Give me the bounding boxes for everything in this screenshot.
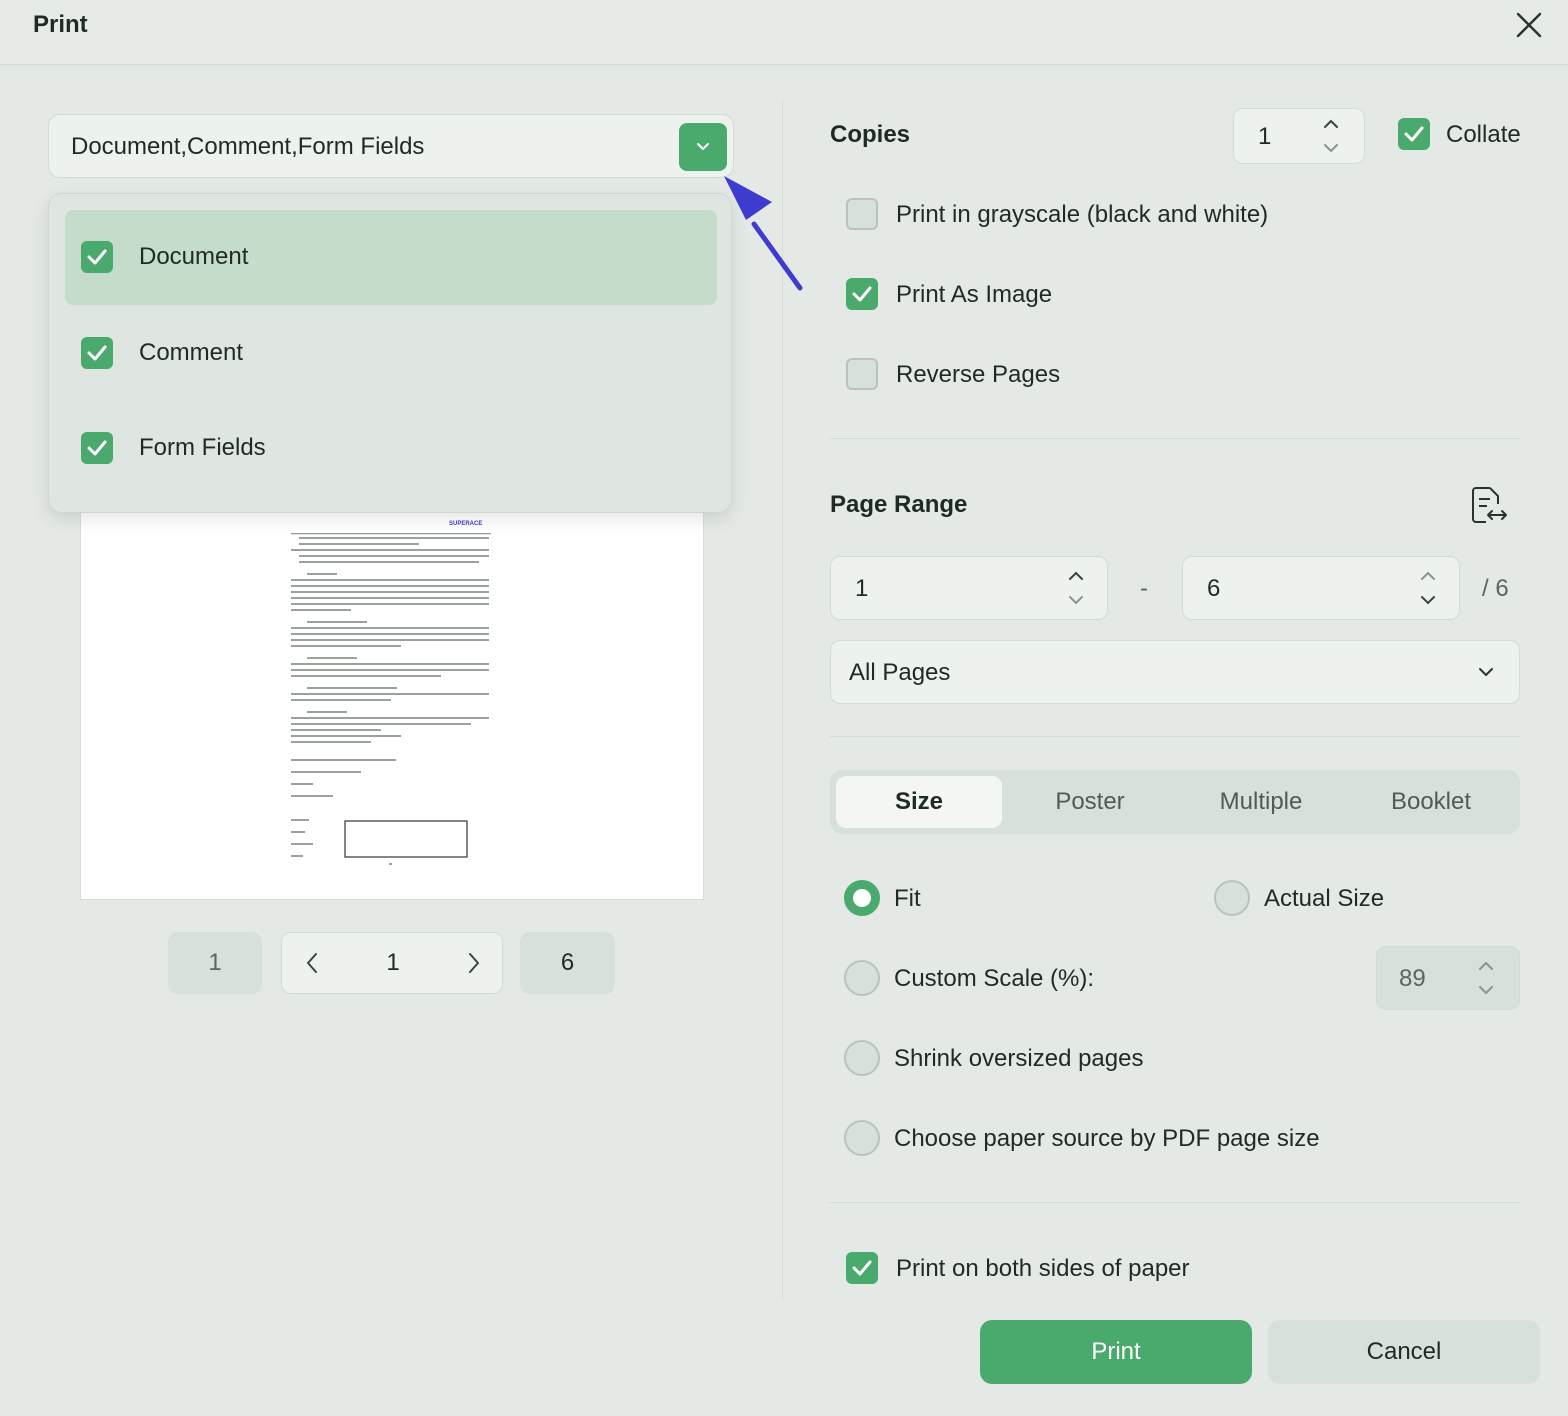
fit-label: Fit <box>894 885 921 912</box>
custom-scale-radio[interactable] <box>844 960 880 996</box>
shrink-label: Shrink oversized pages <box>894 1045 1144 1072</box>
dialog-title: Print <box>33 11 88 38</box>
page-preview: SUPERACE <box>80 480 704 900</box>
actual-size-radio[interactable] <box>1214 880 1250 916</box>
duplex-checkbox[interactable] <box>846 1252 878 1284</box>
preview-doc-header: SUPERACE <box>449 521 483 527</box>
stepper-arrows-icon[interactable] <box>1477 959 1495 997</box>
checkbox-form-fields[interactable] <box>81 432 113 464</box>
divider <box>830 438 1520 439</box>
title-bar <box>0 0 1568 65</box>
content-filter-select[interactable]: Document,Comment,Form Fields <box>48 114 734 178</box>
page-range-from[interactable]: 1 <box>830 556 1108 620</box>
total-pages: / 6 <box>1482 575 1509 602</box>
filter-dropdown-button[interactable] <box>679 123 727 171</box>
chevron-left-icon[interactable] <box>302 951 322 975</box>
custom-scale-value: 89 <box>1399 965 1426 992</box>
chevron-down-icon <box>1479 668 1493 676</box>
chevron-right-icon[interactable] <box>464 951 484 975</box>
print-as-image-checkbox[interactable] <box>846 278 878 310</box>
dropdown-item-label: Comment <box>139 339 244 366</box>
collate-label: Collate <box>1446 121 1521 148</box>
page-range-heading: Page Range <box>830 491 968 518</box>
fit-radio[interactable] <box>844 880 880 916</box>
custom-scale-label: Custom Scale (%): <box>894 965 1095 992</box>
tab-poster[interactable]: Poster <box>1006 776 1174 828</box>
dropdown-item-comment[interactable]: Comment <box>65 306 717 401</box>
content-filter-dropdown: Document Comment Form Fields <box>48 193 732 513</box>
collate-checkbox[interactable] <box>1398 118 1430 150</box>
duplex-label: Print on both sides of paper <box>896 1255 1190 1282</box>
divider <box>830 736 1520 737</box>
page-range-mode-select[interactable]: All Pages <box>830 640 1520 704</box>
copies-stepper[interactable]: 1 <box>1233 108 1365 164</box>
dropdown-item-form-fields[interactable]: Form Fields <box>65 401 717 496</box>
custom-scale-stepper[interactable]: 89 <box>1376 946 1520 1010</box>
pointer-arrow-icon <box>724 176 803 291</box>
last-page-button[interactable]: 6 <box>520 932 615 994</box>
grayscale-checkbox[interactable] <box>846 198 878 230</box>
first-page-button[interactable]: 1 <box>168 932 262 994</box>
page-navigator: 1 <box>281 932 503 994</box>
stepper-arrows-icon[interactable] <box>1322 117 1340 155</box>
copies-value: 1 <box>1258 123 1272 150</box>
stepper-arrows-icon[interactable] <box>1067 569 1085 607</box>
chevron-down-icon <box>697 143 709 150</box>
dropdown-item-document[interactable]: Document <box>65 210 717 305</box>
paper-source-label: Choose paper source by PDF page size <box>894 1125 1320 1152</box>
shrink-radio[interactable] <box>844 1040 880 1076</box>
grayscale-label: Print in grayscale (black and white) <box>896 201 1269 228</box>
tab-size[interactable]: Size <box>836 776 1002 828</box>
reverse-pages-label: Reverse Pages <box>896 361 1061 388</box>
cancel-button[interactable]: Cancel <box>1268 1320 1540 1384</box>
tab-booklet[interactable]: Booklet <box>1346 776 1516 828</box>
checkbox-comment[interactable] <box>81 337 113 369</box>
tab-multiple[interactable]: Multiple <box>1176 776 1346 828</box>
page-range-to[interactable]: 6 <box>1182 556 1460 620</box>
range-separator: - <box>1140 575 1148 602</box>
stepper-arrows-icon[interactable] <box>1419 569 1437 607</box>
page-range-mode-value: All Pages <box>849 659 951 686</box>
print-button[interactable]: Print <box>980 1320 1252 1384</box>
reverse-pages-checkbox[interactable] <box>846 358 878 390</box>
paper-source-radio[interactable] <box>844 1120 880 1156</box>
dropdown-item-label: Form Fields <box>139 434 266 461</box>
layout-tabs: Size Poster Multiple Booklet <box>830 770 1520 834</box>
content-filter-value: Document,Comment,Form Fields <box>71 133 425 160</box>
copies-heading: Copies <box>830 121 911 148</box>
page-range-from-value: 1 <box>855 575 869 602</box>
actual-size-label: Actual Size <box>1264 885 1385 912</box>
dropdown-item-label: Document <box>139 243 249 270</box>
page-range-to-value: 6 <box>1207 575 1221 602</box>
divider <box>830 1202 1520 1203</box>
print-as-image-label: Print As Image <box>896 281 1053 308</box>
page-range-swap-icon[interactable] <box>1468 484 1510 526</box>
document-text-lines <box>291 533 491 865</box>
close-icon[interactable] <box>1512 8 1546 42</box>
checkbox-document[interactable] <box>81 241 113 273</box>
